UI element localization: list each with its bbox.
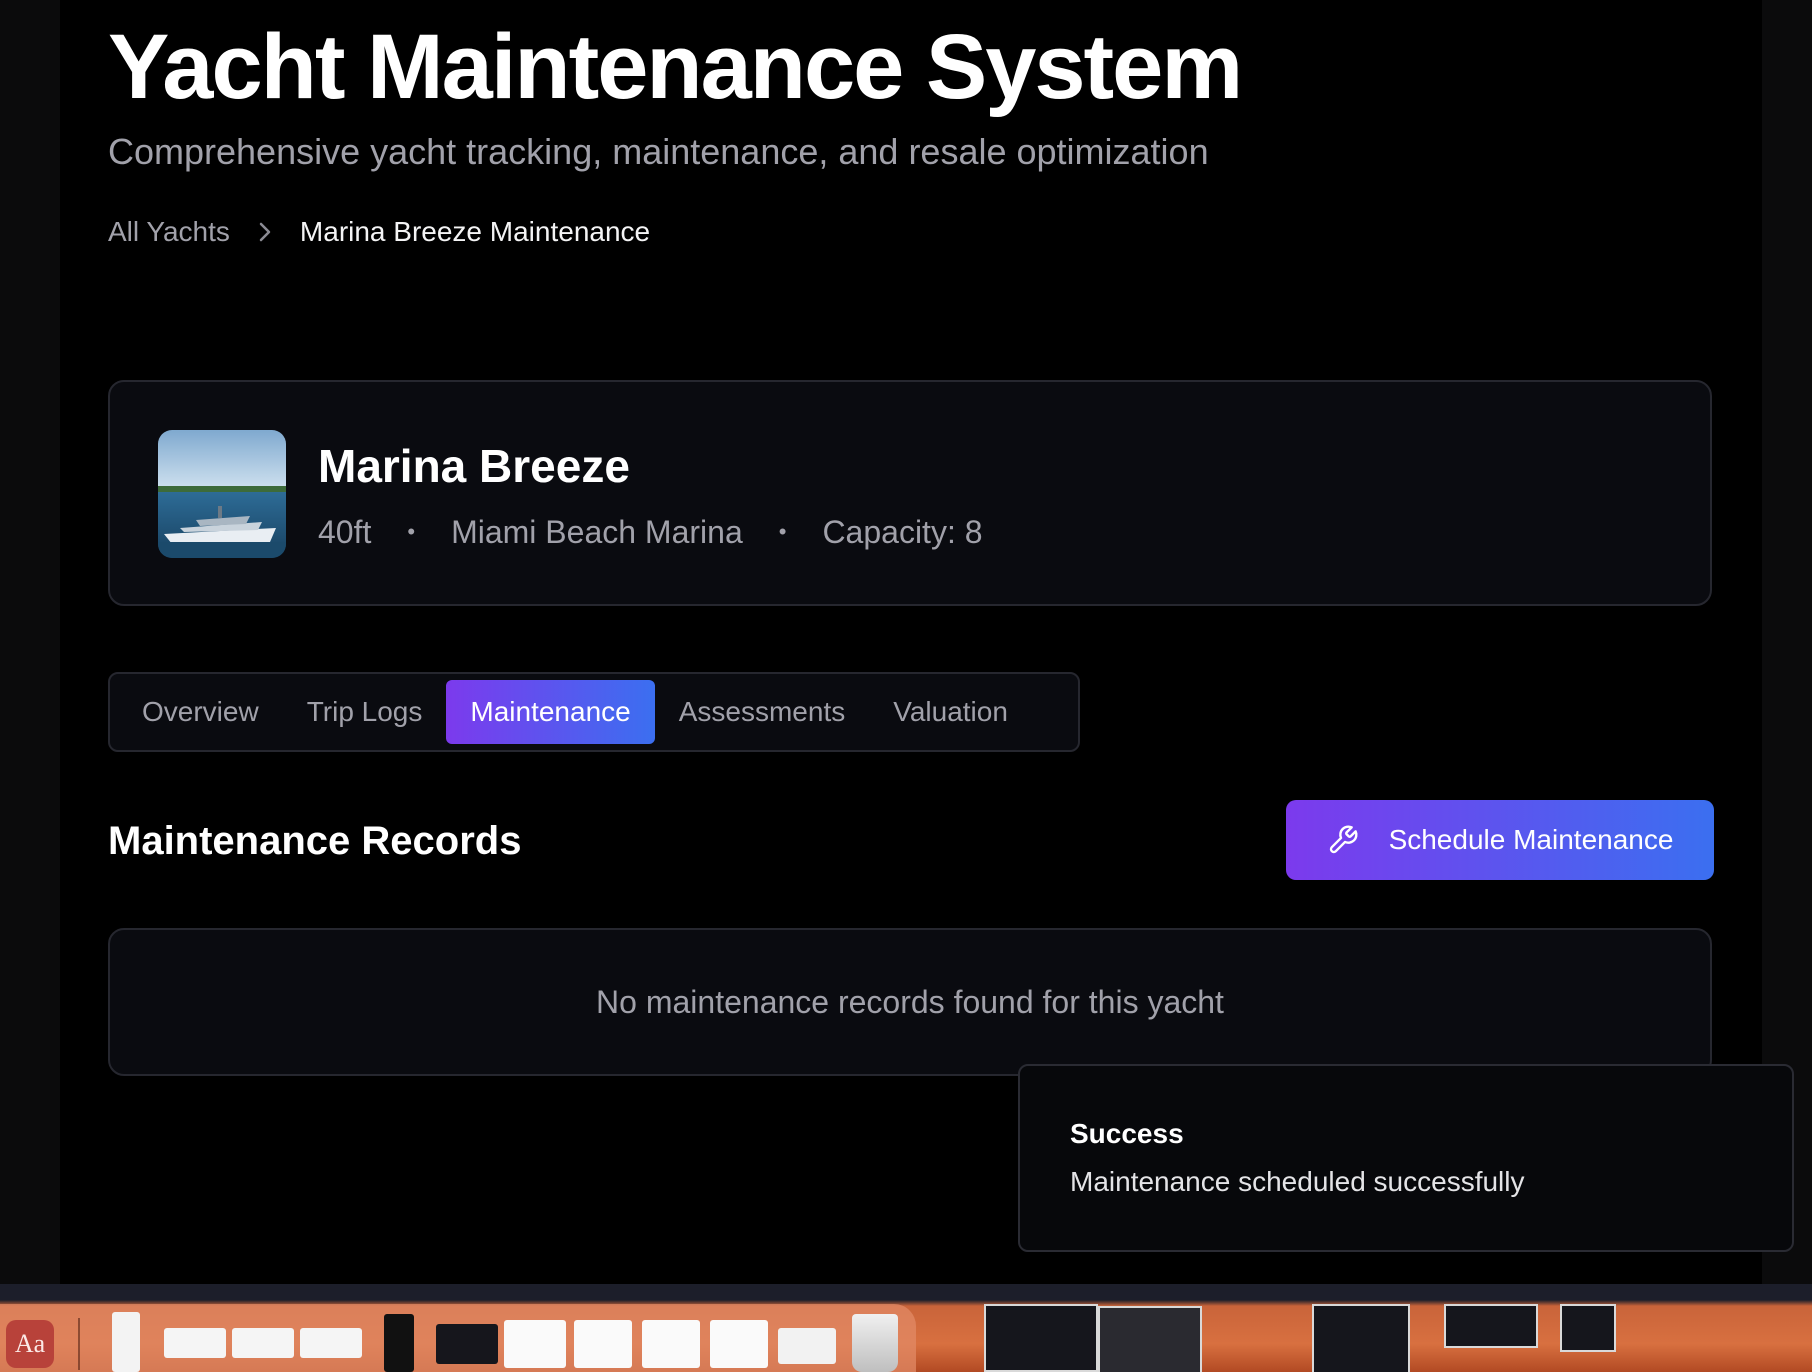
empty-state-message: No maintenance records found for this ya… — [596, 983, 1224, 1020]
dock-document-thumbnail[interactable] — [574, 1320, 632, 1368]
yacht-location: Miami Beach Marina — [451, 514, 743, 550]
dock-window-thumbnail[interactable] — [164, 1328, 226, 1358]
dock-document-thumbnail[interactable] — [710, 1320, 768, 1368]
yacht-length: 40ft — [318, 514, 372, 550]
desktop-preview-thumbnail[interactable] — [1312, 1304, 1410, 1372]
yacht-photo — [158, 430, 286, 558]
schedule-maintenance-button[interactable]: Schedule Maintenance — [1286, 800, 1714, 880]
tab-trip-logs[interactable]: Trip Logs — [283, 680, 447, 744]
desktop-preview-thumbnail[interactable] — [984, 1304, 1098, 1372]
success-toast[interactable]: Success Maintenance scheduled successful… — [1018, 1064, 1794, 1252]
dock-window-thumbnail[interactable] — [436, 1324, 498, 1364]
yacht-name: Marina Breeze — [318, 440, 630, 492]
chevron-right-icon — [258, 221, 272, 243]
schedule-maintenance-label: Schedule Maintenance — [1388, 824, 1674, 855]
yacht-tabs: Overview Trip Logs Maintenance Assessmen… — [108, 672, 1080, 752]
section-title: Maintenance Records — [108, 819, 522, 863]
dock-document-thumbnail[interactable] — [112, 1312, 140, 1372]
dock-window-thumbnail[interactable] — [384, 1314, 414, 1372]
page-subtitle: Comprehensive yacht tracking, maintenanc… — [108, 131, 1209, 172]
tab-assessments[interactable]: Assessments — [655, 680, 870, 744]
tab-valuation[interactable]: Valuation — [869, 680, 1032, 744]
yacht-meta: 40ft • Miami Beach Marina • Capacity: 8 — [318, 512, 983, 552]
breadcrumb: All Yachts Marina Breeze Maintenance — [108, 212, 650, 252]
toast-title: Success — [1070, 1118, 1184, 1149]
meta-separator: • — [407, 519, 416, 544]
dock-window-thumbnail[interactable] — [232, 1328, 294, 1358]
wrench-icon — [1327, 824, 1359, 856]
desktop-preview-thumbnail[interactable] — [1444, 1304, 1538, 1348]
tab-overview[interactable]: Overview — [118, 680, 283, 744]
breadcrumb-all-yachts-link[interactable]: All Yachts — [108, 212, 230, 252]
dock-document-thumbnail[interactable] — [504, 1320, 566, 1368]
desktop-preview-thumbnail[interactable] — [1560, 1304, 1616, 1352]
meta-separator: • — [778, 519, 787, 544]
left-window-edge — [0, 0, 60, 1284]
dock-separator — [78, 1318, 80, 1370]
page-title: Yacht Maintenance System — [108, 16, 1243, 118]
tab-maintenance[interactable]: Maintenance — [446, 680, 655, 744]
dock-window-thumbnail[interactable] — [778, 1328, 836, 1364]
toast-message: Maintenance scheduled successfully — [1070, 1166, 1525, 1197]
dock-document-thumbnail[interactable] — [642, 1320, 700, 1368]
maintenance-records-empty-state: No maintenance records found for this ya… — [108, 928, 1712, 1076]
trash-icon[interactable] — [852, 1314, 898, 1372]
dictionary-app-icon[interactable]: Aa — [6, 1320, 54, 1368]
macos-dock: Aa — [0, 1284, 1812, 1372]
desktop-preview-thumbnail[interactable] — [1098, 1306, 1202, 1372]
dock-window-thumbnail[interactable] — [300, 1328, 362, 1358]
yacht-summary-card: Marina Breeze 40ft • Miami Beach Marina … — [108, 380, 1712, 606]
app-screen: Yacht Maintenance System Comprehensive y… — [0, 0, 1812, 1372]
yacht-capacity: Capacity: 8 — [822, 514, 983, 550]
breadcrumb-current: Marina Breeze Maintenance — [299, 216, 651, 247]
